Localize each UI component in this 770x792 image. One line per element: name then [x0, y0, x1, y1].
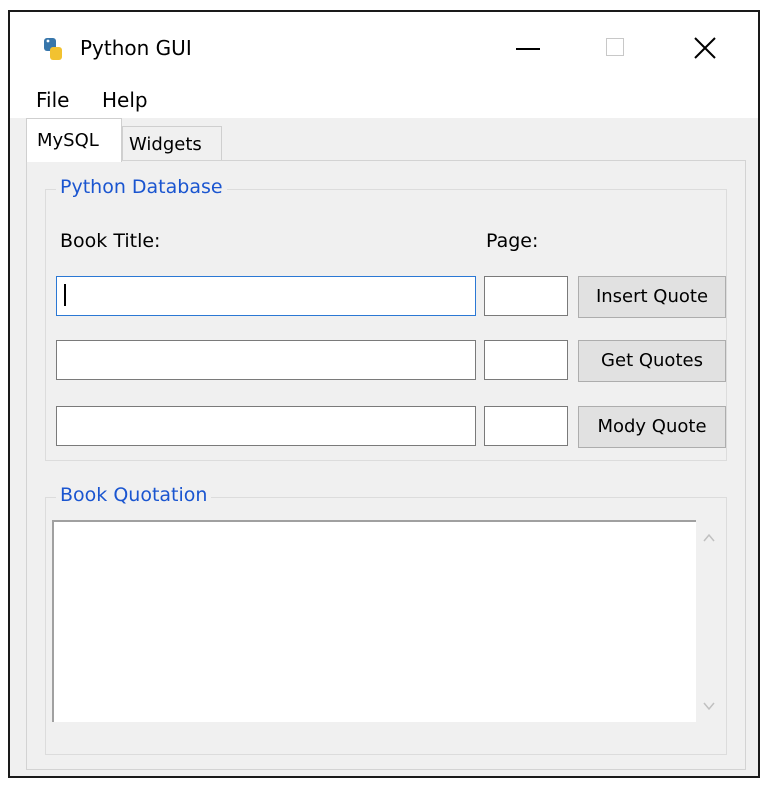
- title-bar: Python GUI: [10, 12, 758, 84]
- page-input-2[interactable]: [484, 340, 568, 380]
- menu-file[interactable]: File: [36, 86, 69, 114]
- book-title-label: Book Title:: [60, 230, 161, 252]
- menu-bar: File Help: [10, 84, 758, 118]
- chevron-down-icon[interactable]: [702, 698, 716, 712]
- page-label: Page:: [486, 230, 539, 252]
- menu-help[interactable]: Help: [102, 86, 148, 114]
- book-title-input-3[interactable]: [56, 406, 476, 446]
- minimize-icon[interactable]: [492, 22, 562, 74]
- book-quotation-legend: Book Quotation: [56, 482, 212, 508]
- window-title: Python GUI: [80, 36, 192, 60]
- quotation-textarea[interactable]: [52, 520, 722, 722]
- page-input-3[interactable]: [484, 406, 568, 446]
- maximize-icon[interactable]: [580, 22, 650, 74]
- python-database-legend: Python Database: [56, 174, 227, 200]
- python-database-group: Python Database Book Title: Page: Insert…: [45, 174, 727, 461]
- vertical-scrollbar[interactable]: [696, 520, 722, 722]
- get-quotes-button[interactable]: Get Quotes: [578, 340, 726, 382]
- python-icon: [42, 37, 64, 61]
- book-title-input-2[interactable]: [56, 340, 476, 380]
- tab-mysql[interactable]: MySQL: [26, 118, 122, 162]
- mysql-tab-panel: Python Database Book Title: Page: Insert…: [26, 160, 746, 770]
- app-window: Python GUI File Help MySQL Widgets Pytho…: [8, 10, 760, 778]
- tab-widgets[interactable]: Widgets: [122, 126, 222, 162]
- close-icon[interactable]: [670, 22, 740, 74]
- book-title-input-1[interactable]: [56, 276, 476, 316]
- insert-quote-button[interactable]: Insert Quote: [578, 276, 726, 318]
- chevron-up-icon[interactable]: [702, 530, 716, 544]
- text-cursor: [64, 284, 66, 306]
- book-quotation-group: Book Quotation: [45, 482, 727, 755]
- modify-quote-button[interactable]: Mody Quote: [578, 406, 726, 448]
- page-input-1[interactable]: [484, 276, 568, 316]
